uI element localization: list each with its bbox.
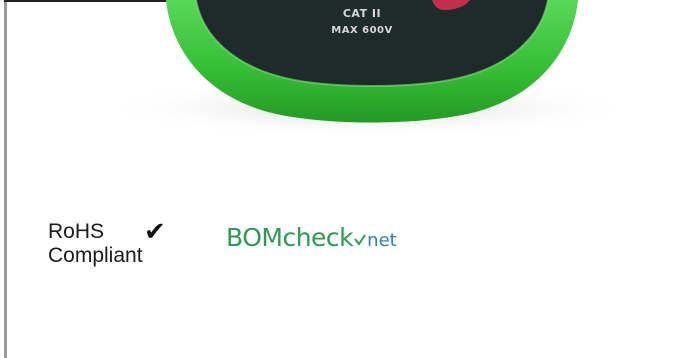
page: CAT II MAX 600V RoHS ✔ Compliant BOMchec… [0, 0, 676, 358]
bomcheck-tick-icon [354, 234, 366, 246]
rohs-label: RoHS [48, 220, 105, 243]
product-photo: CAT II MAX 600V [100, 0, 640, 138]
checkmark-icon: ✔ [144, 217, 166, 247]
bomcheck-logo[interactable]: BOMcheck net [226, 221, 397, 257]
bomcheck-wordmark: BOMcheck [226, 223, 354, 252]
product-label-line1: CAT II [343, 7, 381, 20]
rohs-compliant-badge: RoHS ✔ Compliant [48, 217, 188, 280]
bomcheck-net-suffix: net [367, 230, 397, 251]
compliant-label: Compliant [48, 244, 143, 267]
product-label-line2: MAX 600V [331, 25, 393, 36]
